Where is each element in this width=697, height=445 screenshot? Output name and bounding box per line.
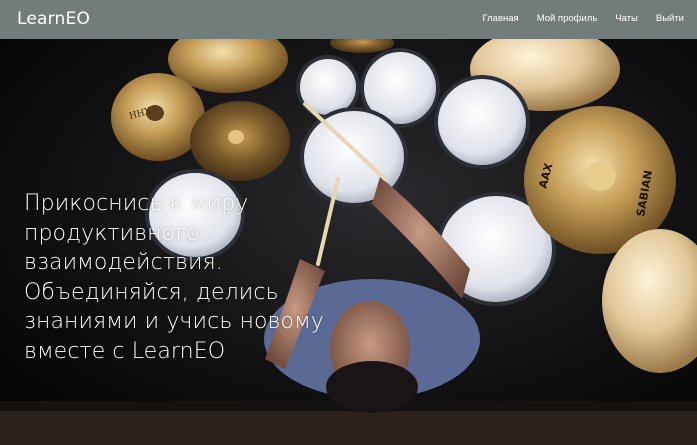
nav-link-profile[interactable]: Мой профиль [537, 12, 598, 26]
hero-headline: Прикоснись к миру продуктивного взаимоде… [24, 189, 344, 366]
page: LearnEO Главная Мой профиль Чаты Выйти H… [0, 0, 697, 445]
nav-link-chats[interactable]: Чаты [615, 12, 638, 26]
drummer-hair [326, 361, 418, 413]
hero-line-4: Объединяйся, делись [24, 279, 279, 305]
hero-line-2: продуктивного [24, 220, 200, 246]
brand-logo-link[interactable]: LearnEO [17, 8, 90, 30]
hero-line-6: вместе с LearnEO [24, 338, 226, 364]
tom-3 [434, 75, 530, 169]
hero-line-5: знаниями и учись новому [24, 309, 324, 334]
crash-bell-left-mid [228, 130, 244, 144]
hero-section: HHX AAX SABIAN Прикоснись к миру продукт… [0, 39, 697, 445]
nav-link-home[interactable]: Главная [483, 12, 519, 26]
navbar: LearnEO Главная Мой профиль Чаты Выйти [0, 0, 697, 39]
nav-link-logout[interactable]: Выйти [656, 12, 684, 26]
sabian-cymbal-bell [584, 161, 616, 191]
hero-line-1: Прикоснись к миру [24, 191, 249, 216]
nav-links: Главная Мой профиль Чаты Выйти [465, 12, 684, 26]
hero-line-3: взаимодействия. [24, 250, 223, 275]
